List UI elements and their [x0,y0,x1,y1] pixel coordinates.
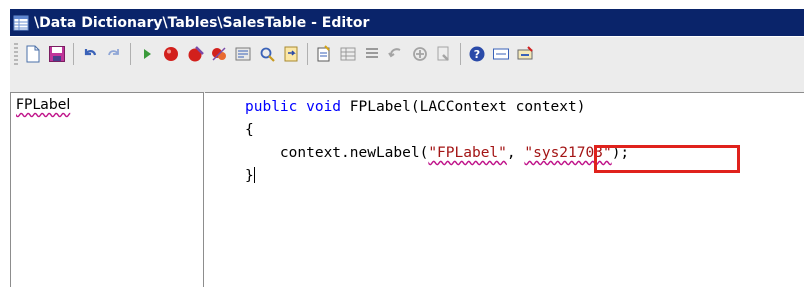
toolbar-separator [460,43,461,65]
editor-window: \Data Dictionary\Tables\SalesTable - Edi… [0,0,812,287]
compile-icon[interactable] [232,43,254,65]
text-caret [253,167,255,183]
code-string: "FPLabel" [428,145,507,161]
new-icon[interactable] [22,43,44,65]
code-profiler-icon[interactable] [514,43,536,65]
breakpoint-icon[interactable] [160,43,182,65]
svg-text:?: ? [474,48,480,61]
method-list-item[interactable]: FPLabel [16,97,70,113]
window-title: \Data Dictionary\Tables\SalesTable - Edi… [34,14,370,31]
list-tables-icon[interactable] [337,43,359,65]
lookup-icon[interactable] [256,43,278,65]
line-3: context.newLabel("FPLabel", "sys21703"); [245,145,629,161]
help-icon[interactable]: ? [466,43,488,65]
remove-breakpoint-icon[interactable] [184,43,206,65]
label-file-icon[interactable] [490,43,512,65]
code-text-span: } [245,168,254,184]
toolbar-separator [130,43,131,65]
scripts-icon[interactable] [433,43,455,65]
redo-icon[interactable] [103,43,125,65]
list-members-icon[interactable] [361,43,383,65]
method-list[interactable]: FPLabel [10,92,204,287]
toolbar-grip[interactable] [14,43,18,65]
toolbar-separator [307,43,308,65]
code-editor[interactable]: public void FPLabel(LACContext context) … [205,92,804,287]
code-keyword: public void [245,99,342,115]
forward-icon[interactable] [409,43,431,65]
table-editor-icon [13,15,29,31]
toolbar-separator [73,43,74,65]
back-icon[interactable] [385,43,407,65]
editor-toolbar: ? [10,36,804,93]
new-label-icon[interactable] [313,43,335,65]
code-text-span: , [506,145,525,161]
code-text[interactable]: public void FPLabel(LACContext context) … [245,96,629,188]
code-text-span: context.newLabel( [245,145,429,161]
highlight-annotation-box [594,145,740,173]
title-bar: \Data Dictionary\Tables\SalesTable - Edi… [10,9,804,36]
go-to-icon[interactable] [280,43,302,65]
code-text-span: FPLabel(LACContext context) [341,99,586,115]
undo-icon[interactable] [79,43,101,65]
line-1: public void FPLabel(LACContext context) [245,99,585,115]
line-4: } [245,167,255,184]
line-2: { [245,122,254,138]
save-icon[interactable] [46,43,68,65]
clear-breakpoints-icon[interactable] [208,43,230,65]
run-icon[interactable] [136,43,158,65]
